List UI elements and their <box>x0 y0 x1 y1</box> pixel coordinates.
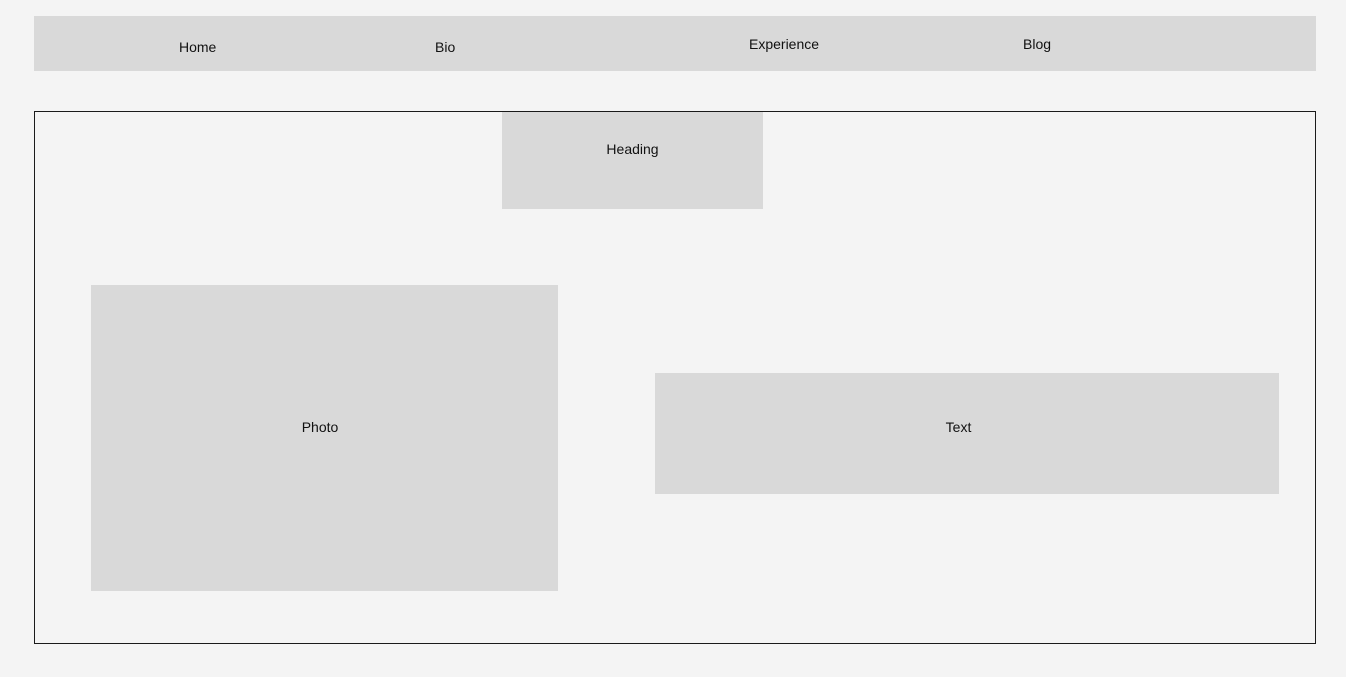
content-frame: Heading Photo Text <box>34 111 1316 644</box>
page: Home Bio Experience Blog Heading Photo T… <box>0 0 1346 677</box>
text-label: Text <box>945 419 972 435</box>
photo-label: Photo <box>301 419 339 435</box>
heading-placeholder: Heading <box>502 112 763 209</box>
text-placeholder: Text <box>655 373 1279 494</box>
nav-link-experience[interactable]: Experience <box>749 36 819 52</box>
nav-link-bio[interactable]: Bio <box>435 39 455 55</box>
top-navigation-bar: Home Bio Experience Blog <box>34 16 1316 71</box>
photo-placeholder: Photo <box>91 285 558 591</box>
heading-label: Heading <box>606 141 659 157</box>
nav-link-home[interactable]: Home <box>179 39 216 55</box>
nav-link-blog[interactable]: Blog <box>1023 36 1051 52</box>
